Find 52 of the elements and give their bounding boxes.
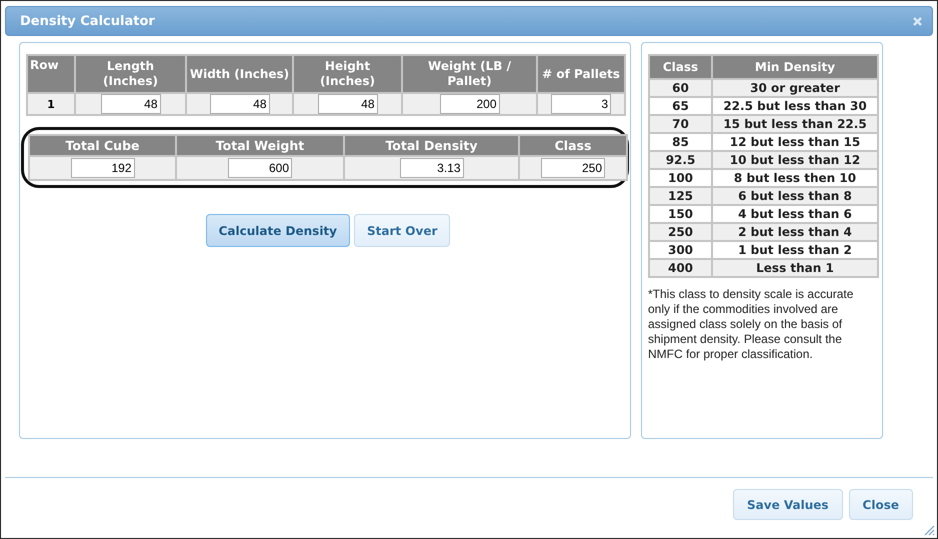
table-cell: 250 [649,223,712,241]
table-cell: 6 but less than 8 [712,187,878,205]
input-field[interactable]: 600 [228,158,292,178]
footer-button[interactable]: Save Values [733,489,843,520]
action-button[interactable]: Calculate Density [206,214,350,247]
disclaimer-text: *This class to density scale is accurate only if the commodities involved are assigned class solely on the basis of shipment density. Please consult the NMFC for proper classification. [648,287,854,362]
column-header: Total Weight [176,135,344,156]
table-cell: 8 but less then 10 [712,169,878,187]
column-header: Length (Inches) [75,55,186,93]
column-header: # of Pallets [537,55,625,93]
table-cell: 12 but less than 15 [712,133,878,151]
input-field[interactable]: 3 [551,94,611,114]
input-field[interactable]: 192 [70,158,134,178]
resize-grip-icon[interactable] [923,524,935,536]
table-cell: 60 [649,79,712,97]
footer-button[interactable]: Close [848,489,913,520]
table-cell: 15 but less than 22.5 [712,115,878,133]
table-cell: Less than 1 [712,259,878,277]
table-cell: 85 [649,133,712,151]
table-cell: 70 [649,115,712,133]
table-cell: 150 [649,205,712,223]
table-cell: 10 but less than 12 [712,151,878,169]
input-field[interactable]: 48 [318,94,378,114]
column-header: Row [27,55,75,93]
column-header: Min Density [712,55,878,79]
column-header: Weight (LB / Pallet) [402,55,537,93]
table-cell: 400 [649,259,712,277]
action-button[interactable]: Start Over [354,214,450,247]
table-cell: 100 [649,169,712,187]
input-field[interactable]: 200 [440,94,500,114]
table-cell: 22.5 but less than 30 [712,97,878,115]
table-cell: 1 [27,93,75,115]
input-field[interactable]: 250 [541,158,605,178]
close-icon[interactable] [913,16,922,26]
input-field[interactable]: 48 [100,94,160,114]
column-header: Width (Inches) [186,55,293,93]
column-header: Class [519,135,627,156]
column-header: Total Density [344,135,519,156]
input-field[interactable]: 3.13 [400,158,464,178]
table-cell: 65 [649,97,712,115]
table-cell: 1 but less than 2 [712,241,878,259]
table-cell: 300 [649,241,712,259]
input-field[interactable]: 48 [210,94,270,114]
table-cell: 125 [649,187,712,205]
table-cell: 4 but less than 6 [712,205,878,223]
table-cell: 2 but less than 4 [712,223,878,241]
column-header: Height (Inches) [293,55,402,93]
table-cell: 30 or greater [712,79,878,97]
column-header: Class [649,55,712,79]
column-header: Total Cube [29,135,176,156]
table-cell: 92.5 [649,151,712,169]
window-title: Density Calculator [20,14,155,28]
